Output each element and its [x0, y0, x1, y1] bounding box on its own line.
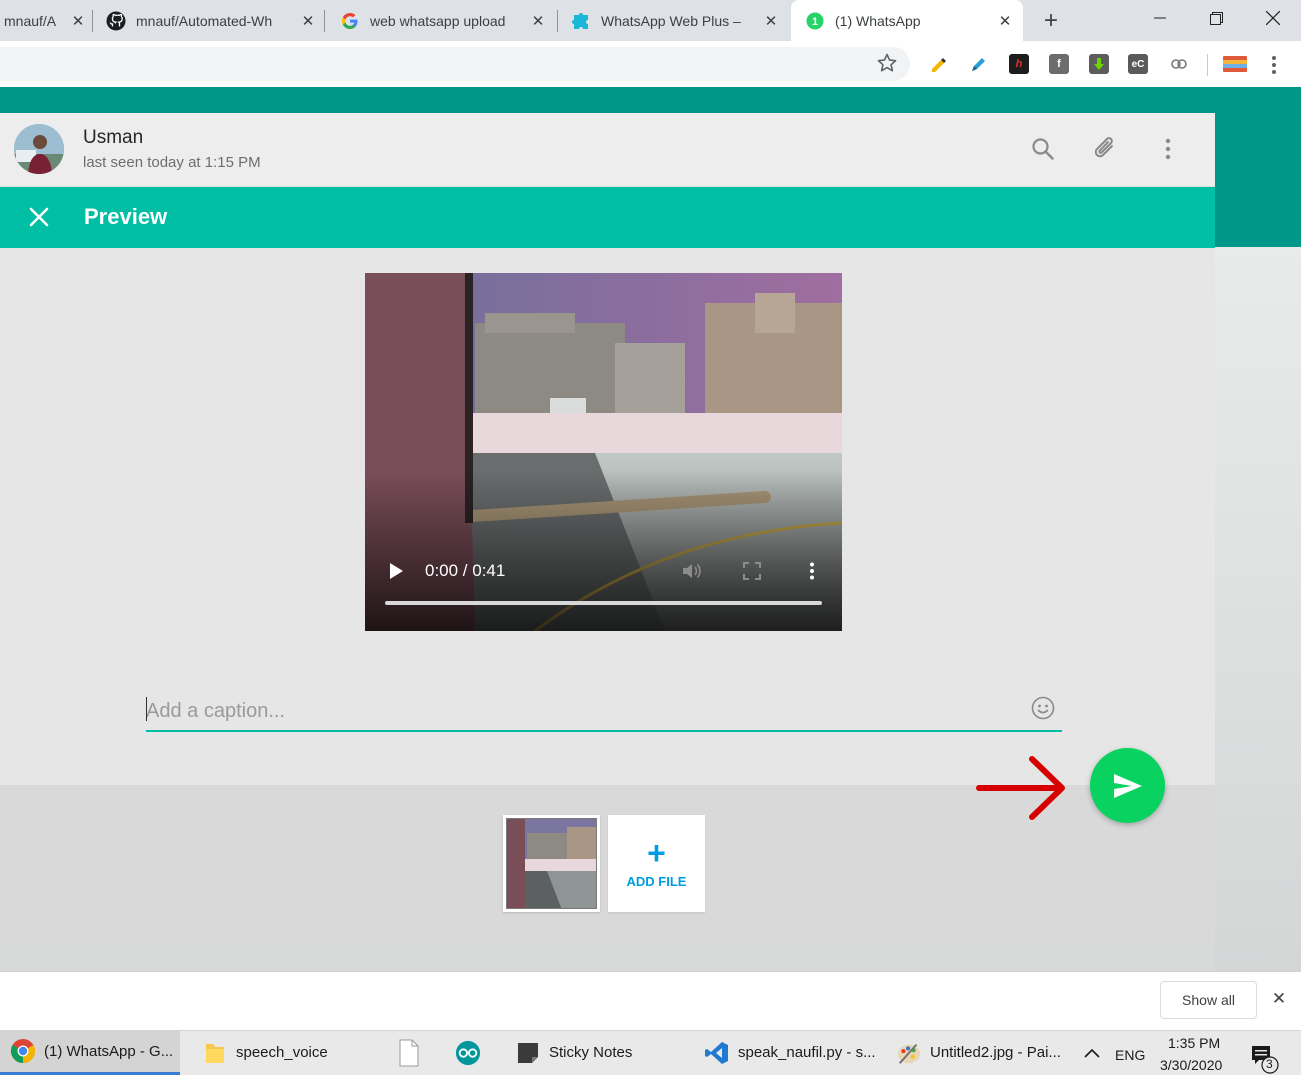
taskbar-item-arduino[interactable]	[455, 1030, 495, 1075]
taskbar-item-label: speech_voice	[236, 1044, 328, 1061]
add-file-button[interactable]: + ADD FILE	[608, 815, 705, 912]
add-file-label: ADD FILE	[626, 874, 687, 889]
folder-icon	[202, 1040, 228, 1066]
clock-time[interactable]: 1:35 PM	[1168, 1035, 1220, 1051]
browser-tab-strip: mnauf/A ✕ mnauf/Automated-Wh ✕ web whats…	[0, 0, 1301, 41]
arduino-icon	[455, 1040, 481, 1066]
chrome-icon	[10, 1038, 36, 1064]
notification-count: 3	[1266, 1057, 1273, 1071]
browser-menu-icon[interactable]	[1264, 54, 1284, 76]
restore-icon[interactable]	[1191, 0, 1241, 36]
video-time: 0:00 / 0:41	[425, 561, 506, 580]
taskbar-item-chrome[interactable]: (1) WhatsApp - G...	[0, 1030, 180, 1075]
plus-icon: +	[647, 835, 666, 871]
new-tab-icon[interactable]: +	[1038, 7, 1064, 34]
github-icon	[106, 11, 126, 31]
taskbar-item-file[interactable]	[396, 1030, 436, 1075]
paint-icon	[896, 1040, 922, 1066]
thumbnail-image	[506, 818, 597, 909]
media-thumbnail[interactable]	[503, 815, 600, 912]
svg-text:1: 1	[812, 16, 818, 28]
browser-tab[interactable]: mnauf/A ✕	[0, 0, 86, 41]
close-shelf-icon[interactable]: ✕	[1270, 989, 1288, 1008]
volume-icon[interactable]	[681, 560, 703, 582]
tab-title: mnauf/A	[4, 12, 57, 29]
attach-icon[interactable]	[1092, 136, 1118, 162]
tab-separator	[324, 10, 325, 32]
notifications-icon[interactable]	[1250, 1044, 1280, 1074]
video-menu-icon[interactable]	[801, 560, 823, 582]
toolbar-separator	[1207, 54, 1208, 76]
chat-menu-icon[interactable]	[1155, 136, 1181, 162]
tab-close-icon[interactable]: ✕	[530, 13, 546, 30]
pen-icon[interactable]	[969, 54, 989, 74]
close-preview-icon[interactable]	[26, 204, 52, 230]
flag-icon[interactable]	[1223, 56, 1247, 72]
tab-title: (1) WhatsApp	[835, 12, 921, 29]
browser-tab-active[interactable]: 1 (1) WhatsApp ✕	[791, 0, 1023, 41]
tab-title: web whatsapp upload	[370, 12, 506, 29]
caption-input[interactable]	[146, 694, 1016, 728]
search-icon[interactable]	[1030, 136, 1056, 162]
google-icon	[340, 11, 360, 31]
emoji-icon[interactable]	[1031, 696, 1055, 720]
clock-date[interactable]: 3/30/2020	[1160, 1057, 1222, 1073]
show-all-button[interactable]: Show all	[1160, 981, 1257, 1019]
vscode-icon	[704, 1040, 730, 1066]
taskbar-item-vscode[interactable]: speak_naufil.py - s...	[704, 1030, 884, 1075]
language-indicator[interactable]: ENG	[1115, 1047, 1145, 1063]
video-progress-track[interactable]	[385, 601, 822, 605]
tray-chevron-icon[interactable]	[1083, 1046, 1101, 1060]
browser-tab[interactable]: web whatsapp upload ✕	[340, 0, 546, 41]
taskbar-item-label: Sticky Notes	[549, 1044, 633, 1061]
whatsapp-side-backdrop	[1215, 247, 1301, 971]
sticky-notes-icon	[515, 1040, 541, 1066]
facebook-icon[interactable]: f	[1049, 54, 1069, 74]
taskbar-item-label: Untitled2.jpg - Pai...	[930, 1044, 1061, 1061]
tab-title: WhatsApp Web Plus –	[601, 12, 741, 29]
download-shelf	[0, 971, 1301, 1030]
address-bar[interactable]	[0, 47, 910, 81]
taskbar-item-folder[interactable]: speech_voice	[202, 1030, 382, 1075]
window-close-icon[interactable]	[1248, 0, 1298, 36]
puzzle-extension-icon	[571, 11, 591, 31]
avatar[interactable]	[14, 124, 64, 174]
minimize-icon[interactable]	[1135, 0, 1185, 36]
fullscreen-icon[interactable]	[741, 560, 763, 582]
tab-title: mnauf/Automated-Wh	[136, 12, 273, 29]
tab-close-icon[interactable]: ✕	[300, 13, 316, 30]
tab-separator	[557, 10, 558, 32]
red-arrow-annotation-icon	[976, 756, 1065, 820]
download-icon[interactable]	[1089, 54, 1109, 74]
tab-close-icon[interactable]: ✕	[997, 13, 1013, 30]
contact-name[interactable]: Usman	[83, 127, 143, 149]
taskbar-item-label: (1) WhatsApp - G...	[44, 1042, 174, 1060]
taskbar-item-label: speak_naufil.py - s...	[738, 1044, 876, 1061]
browser-tab[interactable]: WhatsApp Web Plus – ✕	[571, 0, 779, 41]
contact-last-seen: last seen today at 1:15 PM	[83, 154, 261, 171]
send-button[interactable]	[1090, 748, 1165, 823]
file-icon	[396, 1039, 422, 1066]
text-caret	[146, 697, 147, 721]
link-icon[interactable]	[1169, 54, 1189, 74]
preview-title: Preview	[84, 204, 168, 229]
tab-close-icon[interactable]: ✕	[763, 13, 779, 30]
taskbar-item-sticky-notes[interactable]: Sticky Notes	[515, 1030, 685, 1075]
ec-icon[interactable]: eC	[1128, 54, 1148, 74]
preview-header	[0, 187, 1215, 248]
h-icon[interactable]: h	[1009, 54, 1029, 74]
tab-close-icon[interactable]: ✕	[70, 13, 86, 30]
highlighter-icon[interactable]	[928, 54, 948, 74]
tab-separator	[92, 10, 93, 32]
browser-tab[interactable]: mnauf/Automated-Wh ✕	[106, 0, 316, 41]
bookmark-star-icon[interactable]	[876, 52, 898, 74]
send-icon	[1113, 773, 1142, 798]
taskbar-item-paint[interactable]: Untitled2.jpg - Pai...	[896, 1030, 1072, 1075]
play-icon[interactable]	[385, 560, 407, 582]
whatsapp-badge-icon: 1	[805, 11, 825, 31]
